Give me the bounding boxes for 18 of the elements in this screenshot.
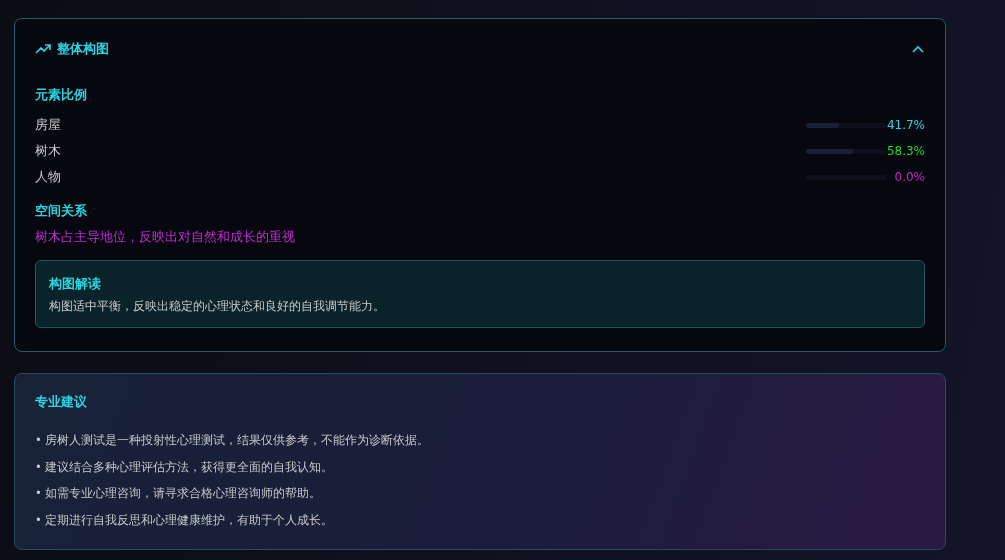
- advice-item: • 建议结合多种心理评估方法，获得更全面的自我认知。: [35, 459, 335, 476]
- advice-item: • 房树人测试是一种投射性心理测试，结果仅供参考，不能作为诊断依据。: [35, 433, 431, 449]
- advice-item: • 定期进行自我反思和心理健康维护，有助于个人成长。: [35, 512, 335, 529]
- subsection-title: 空间关系: [35, 202, 88, 220]
- percentage: 41.7%: [886, 118, 925, 132]
- percentage: 0.0%: [893, 170, 925, 184]
- card-title: 专业建议: [35, 393, 88, 411]
- element-label: 房屋: [35, 116, 62, 134]
- element-label: 树木: [35, 142, 62, 160]
- element-label: 人物: [35, 168, 62, 186]
- section-title: 整体构图: [57, 40, 109, 58]
- card-title: 构图解读: [49, 275, 102, 293]
- spatial-description: 树木占主导地位，反映出对自然和成长的重视: [35, 228, 296, 246]
- percentage: 58.3%: [886, 144, 925, 158]
- subsection-title: 元素比例: [35, 86, 88, 104]
- advice-item: • 如需专业心理咨询，请寻求合格心理咨询师的帮助。: [35, 486, 323, 502]
- card-text: 构图适中平衡，反映出稳定的心理状态和良好的自我调节能力。: [49, 299, 386, 314]
- trending-up-icon: [35, 43, 51, 55]
